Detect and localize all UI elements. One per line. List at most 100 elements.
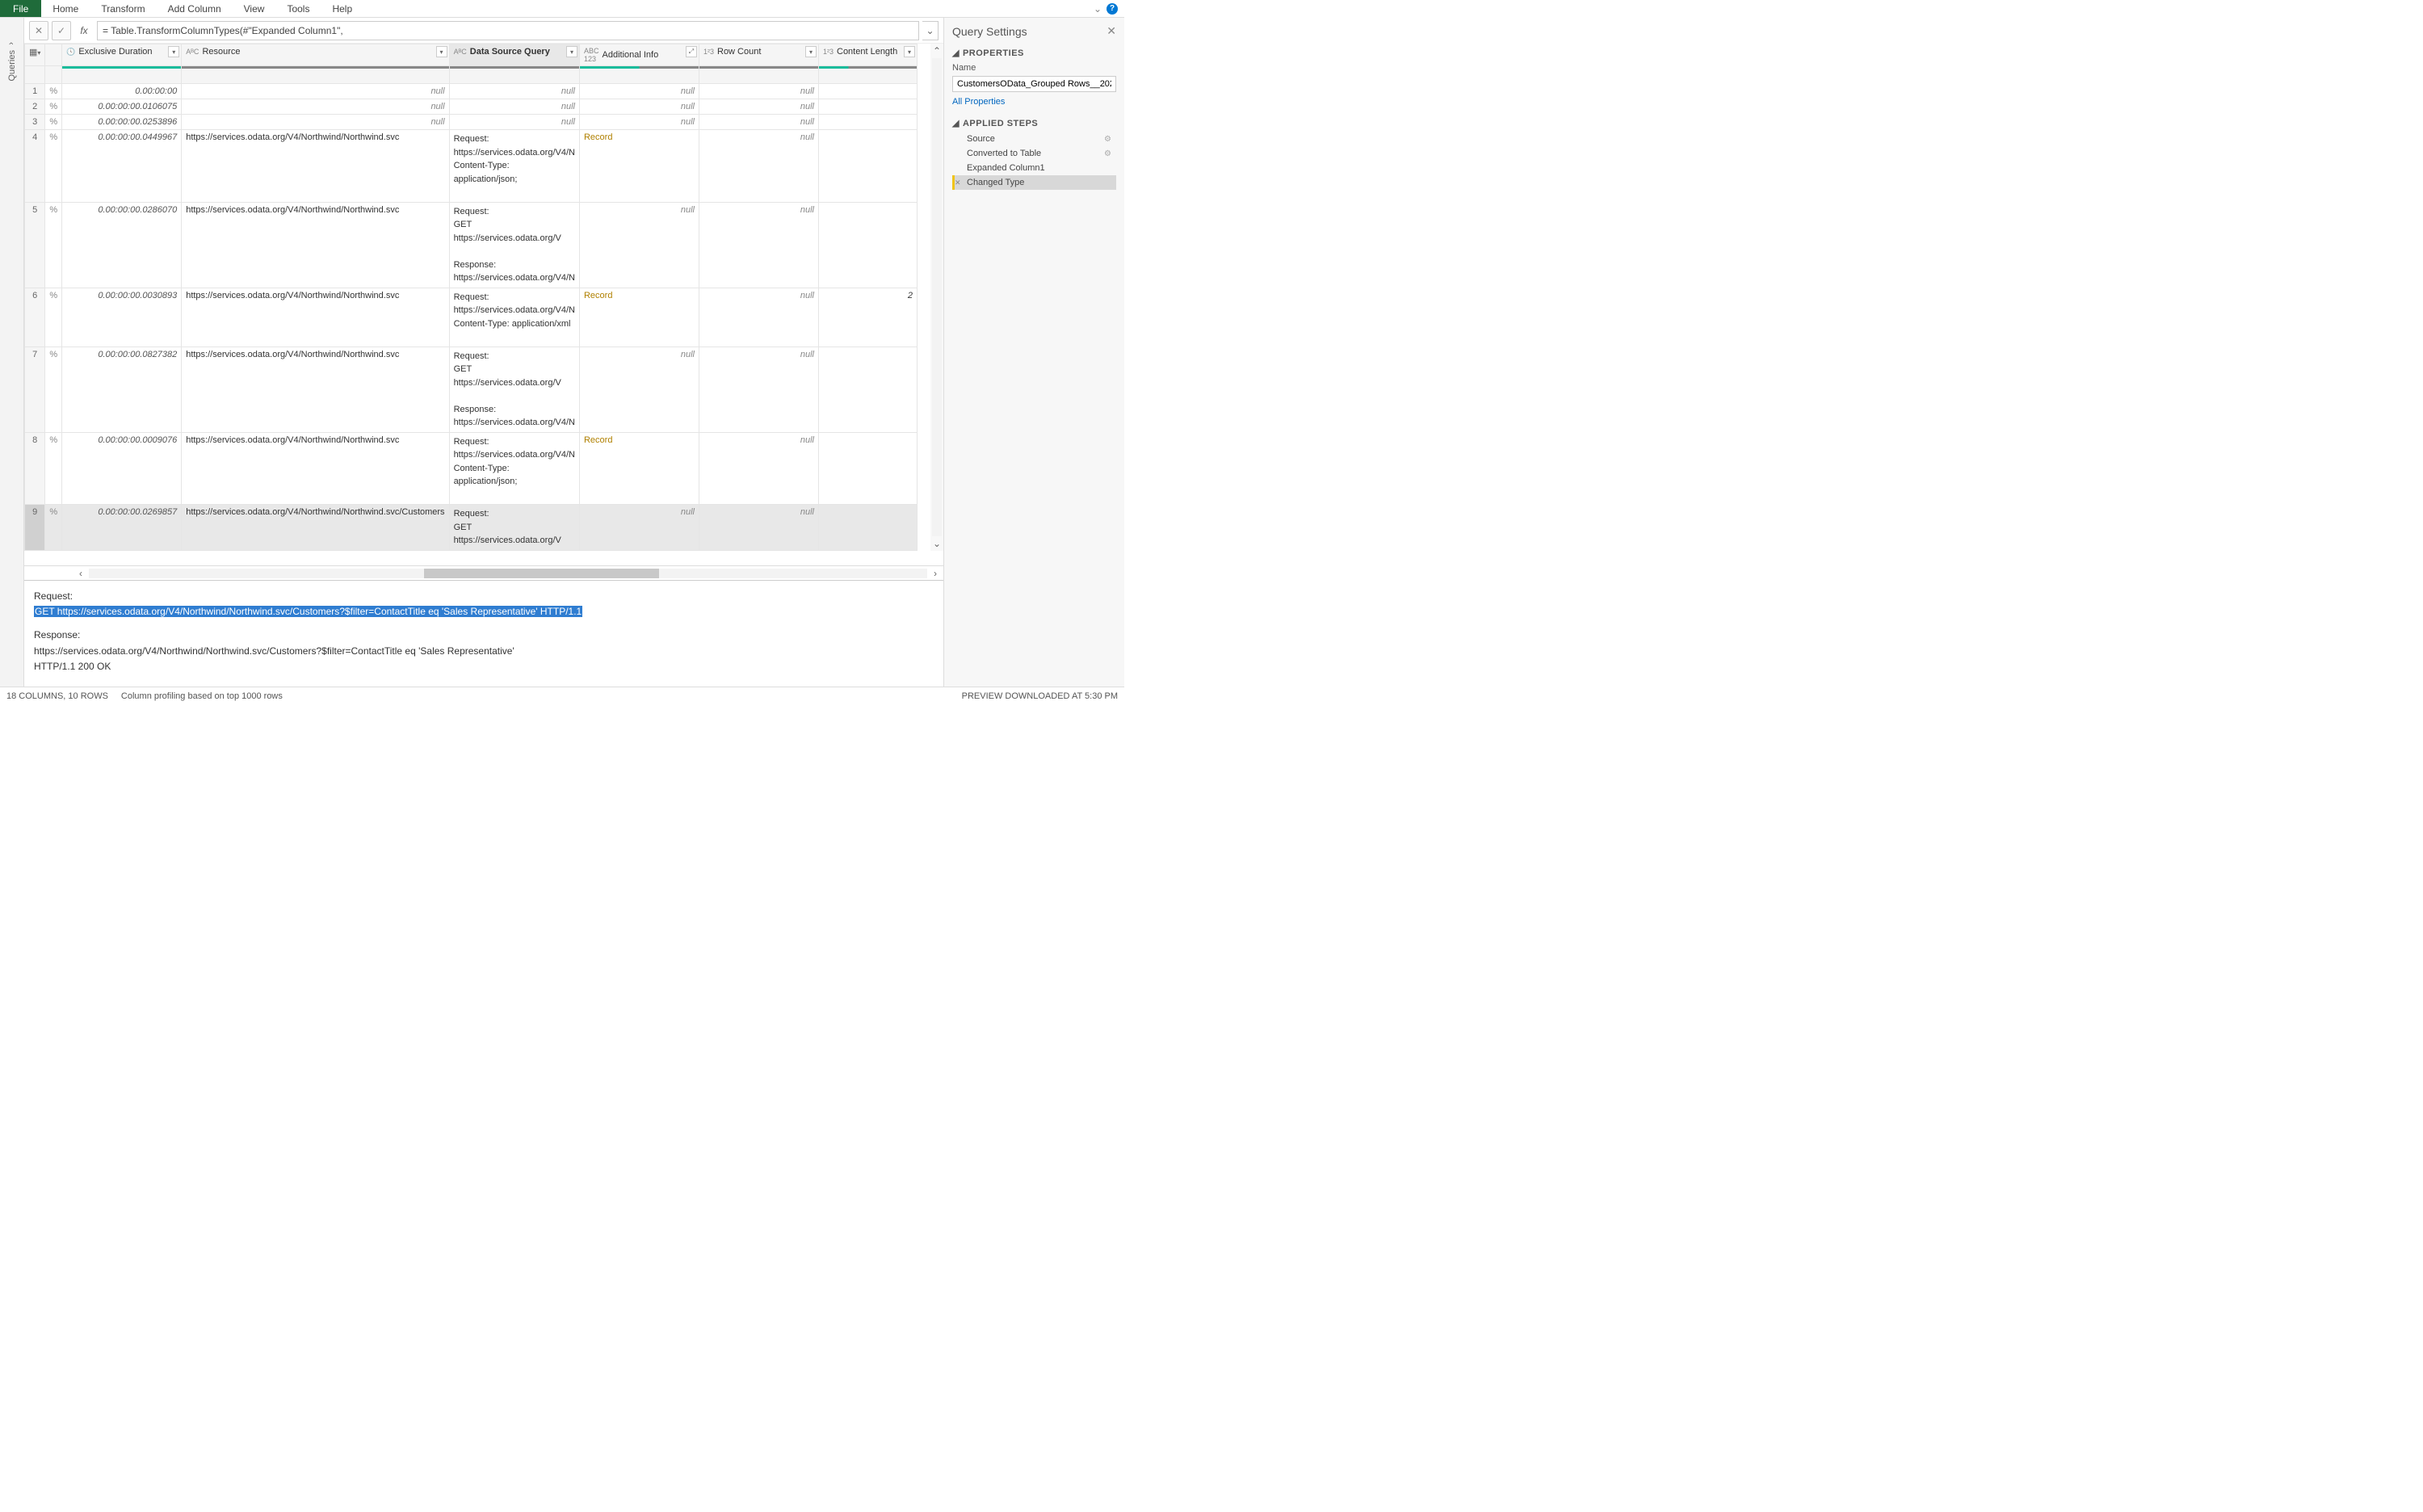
table-cell[interactable]: % <box>45 288 62 346</box>
formula-input[interactable]: = Table.TransformColumnTypes(#"Expanded … <box>97 21 919 40</box>
scroll-right-icon[interactable]: › <box>927 568 943 579</box>
query-name-input[interactable] <box>952 76 1116 92</box>
col-header-duration[interactable]: 🕓Exclusive Duration▾ <box>62 44 182 66</box>
tab-help[interactable]: Help <box>321 0 363 17</box>
table-cell[interactable]: 9 <box>25 505 45 551</box>
table-cell[interactable]: 0.00:00:00.0286070 <box>62 202 182 288</box>
table-cell[interactable]: % <box>45 432 62 505</box>
table-row[interactable]: 8%0.00:00:00.0009076https://services.oda… <box>25 432 918 505</box>
table-cell[interactable]: https://services.odata.org/V4/Northwind/… <box>182 432 449 505</box>
expand-queries-icon[interactable]: › <box>6 42 16 45</box>
table-row[interactable]: 1%0.00:00:00nullnullnullnull <box>25 84 918 99</box>
table-cell[interactable] <box>818 202 917 288</box>
col-header-pct[interactable] <box>45 44 62 66</box>
table-row[interactable]: 6%0.00:00:00.0030893https://services.oda… <box>25 288 918 346</box>
table-cell[interactable]: null <box>449 115 579 130</box>
tab-home[interactable]: Home <box>41 0 90 17</box>
table-cell[interactable]: null <box>699 115 818 130</box>
scrollbar-thumb[interactable] <box>424 569 659 578</box>
table-cell[interactable]: Request:GET https://services.odata.org/V… <box>449 346 579 432</box>
table-cell[interactable]: null <box>699 202 818 288</box>
table-cell[interactable] <box>818 505 917 551</box>
table-cell[interactable]: Record <box>579 288 699 346</box>
table-cell[interactable] <box>818 115 917 130</box>
table-cell[interactable]: null <box>699 288 818 346</box>
filter-icon[interactable]: ▾ <box>904 46 915 57</box>
table-cell[interactable] <box>818 130 917 203</box>
filter-icon[interactable]: ▾ <box>566 46 577 57</box>
table-cell[interactable]: 3 <box>25 115 45 130</box>
table-cell[interactable]: null <box>579 84 699 99</box>
table-row[interactable]: 3%0.00:00:00.0253896nullnullnullnull <box>25 115 918 130</box>
table-cell[interactable]: 0.00:00:00.0009076 <box>62 432 182 505</box>
table-cell[interactable] <box>818 346 917 432</box>
table-cell[interactable]: 0.00:00:00.0269857 <box>62 505 182 551</box>
table-cell[interactable]: % <box>45 130 62 203</box>
table-cell[interactable]: 5 <box>25 202 45 288</box>
filter-icon[interactable]: ▾ <box>168 46 179 57</box>
table-cell[interactable]: null <box>699 99 818 115</box>
table-cell[interactable]: null <box>699 346 818 432</box>
table-cell[interactable]: null <box>579 115 699 130</box>
properties-section-header[interactable]: ◢ PROPERTIES <box>952 48 1116 58</box>
table-cell[interactable]: Record <box>579 130 699 203</box>
commit-formula-button[interactable]: ✓ <box>52 21 71 40</box>
table-cell[interactable]: % <box>45 202 62 288</box>
step-converted[interactable]: Converted to Table⚙ <box>952 146 1116 161</box>
tab-add-column[interactable]: Add Column <box>157 0 233 17</box>
tab-tools[interactable]: Tools <box>275 0 321 17</box>
table-cell[interactable]: null <box>182 99 449 115</box>
col-header-dsq[interactable]: AᴮCData Source Query▾ <box>449 44 579 66</box>
table-cell[interactable]: https://services.odata.org/V4/Northwind/… <box>182 130 449 203</box>
applied-steps-header[interactable]: ◢ APPLIED STEPS <box>952 118 1116 128</box>
table-cell[interactable]: 0.00:00:00.0030893 <box>62 288 182 346</box>
table-cell[interactable]: % <box>45 346 62 432</box>
table-cell[interactable]: null <box>699 130 818 203</box>
table-cell[interactable]: 1 <box>25 84 45 99</box>
table-cell[interactable]: 0.00:00:00 <box>62 84 182 99</box>
table-cell[interactable]: null <box>699 432 818 505</box>
queries-pane-collapsed[interactable]: › Queries <box>0 18 24 687</box>
table-cell[interactable]: null <box>182 84 449 99</box>
table-cell[interactable]: null <box>699 84 818 99</box>
table-cell[interactable]: 6 <box>25 288 45 346</box>
table-cell[interactable]: % <box>45 99 62 115</box>
vertical-scrollbar[interactable]: ⌃ ⌄ <box>930 44 943 551</box>
table-cell[interactable]: Request:GET https://services.odata.org/V… <box>449 202 579 288</box>
filter-icon[interactable]: ▾ <box>805 46 817 57</box>
expand-icon[interactable]: ⤢ <box>686 46 697 57</box>
gear-icon[interactable]: ⚙ <box>1104 135 1111 144</box>
table-cell[interactable]: null <box>182 115 449 130</box>
table-cell[interactable]: 2 <box>818 288 917 346</box>
cancel-formula-button[interactable]: ✕ <box>29 21 48 40</box>
table-cell[interactable]: 7 <box>25 346 45 432</box>
gear-icon[interactable]: ⚙ <box>1104 149 1111 158</box>
tab-transform[interactable]: Transform <box>90 0 156 17</box>
table-cell[interactable]: null <box>579 346 699 432</box>
table-cell[interactable]: % <box>45 84 62 99</box>
col-header-additional[interactable]: ABC123Additional Info⤢ <box>579 44 699 66</box>
col-header-contentlength[interactable]: 1²3Content Length▾ <box>818 44 917 66</box>
table-corner[interactable]: ▦▾ <box>25 44 45 66</box>
table-cell[interactable]: Request:https://services.odata.org/V4/NC… <box>449 432 579 505</box>
table-cell[interactable]: null <box>449 99 579 115</box>
table-row[interactable]: 2%0.00:00:00.0106075nullnullnullnull <box>25 99 918 115</box>
table-cell[interactable]: Request:GET https://services.odata.org/V <box>449 505 579 551</box>
table-row[interactable]: 9%0.00:00:00.0269857https://services.oda… <box>25 505 918 551</box>
col-header-rowcount[interactable]: 1²3Row Count▾ <box>699 44 818 66</box>
col-header-resource[interactable]: AᴮCResource▾ <box>182 44 449 66</box>
formula-expand-button[interactable]: ⌄ <box>922 21 939 40</box>
step-expanded[interactable]: Expanded Column1 <box>952 161 1116 175</box>
table-cell[interactable]: null <box>579 99 699 115</box>
help-icon[interactable]: ? <box>1107 3 1118 15</box>
table-cell[interactable]: null <box>579 505 699 551</box>
table-cell[interactable]: Request:https://services.odata.org/V4/NC… <box>449 130 579 203</box>
table-cell[interactable]: null <box>699 505 818 551</box>
table-cell[interactable]: % <box>45 505 62 551</box>
table-row[interactable]: 4%0.00:00:00.0449967https://services.oda… <box>25 130 918 203</box>
all-properties-link[interactable]: All Properties <box>952 92 1005 111</box>
table-cell[interactable]: Record <box>579 432 699 505</box>
step-source[interactable]: Source⚙ <box>952 132 1116 146</box>
table-cell[interactable]: Request:https://services.odata.org/V4/NC… <box>449 288 579 346</box>
table-cell[interactable]: 2 <box>25 99 45 115</box>
